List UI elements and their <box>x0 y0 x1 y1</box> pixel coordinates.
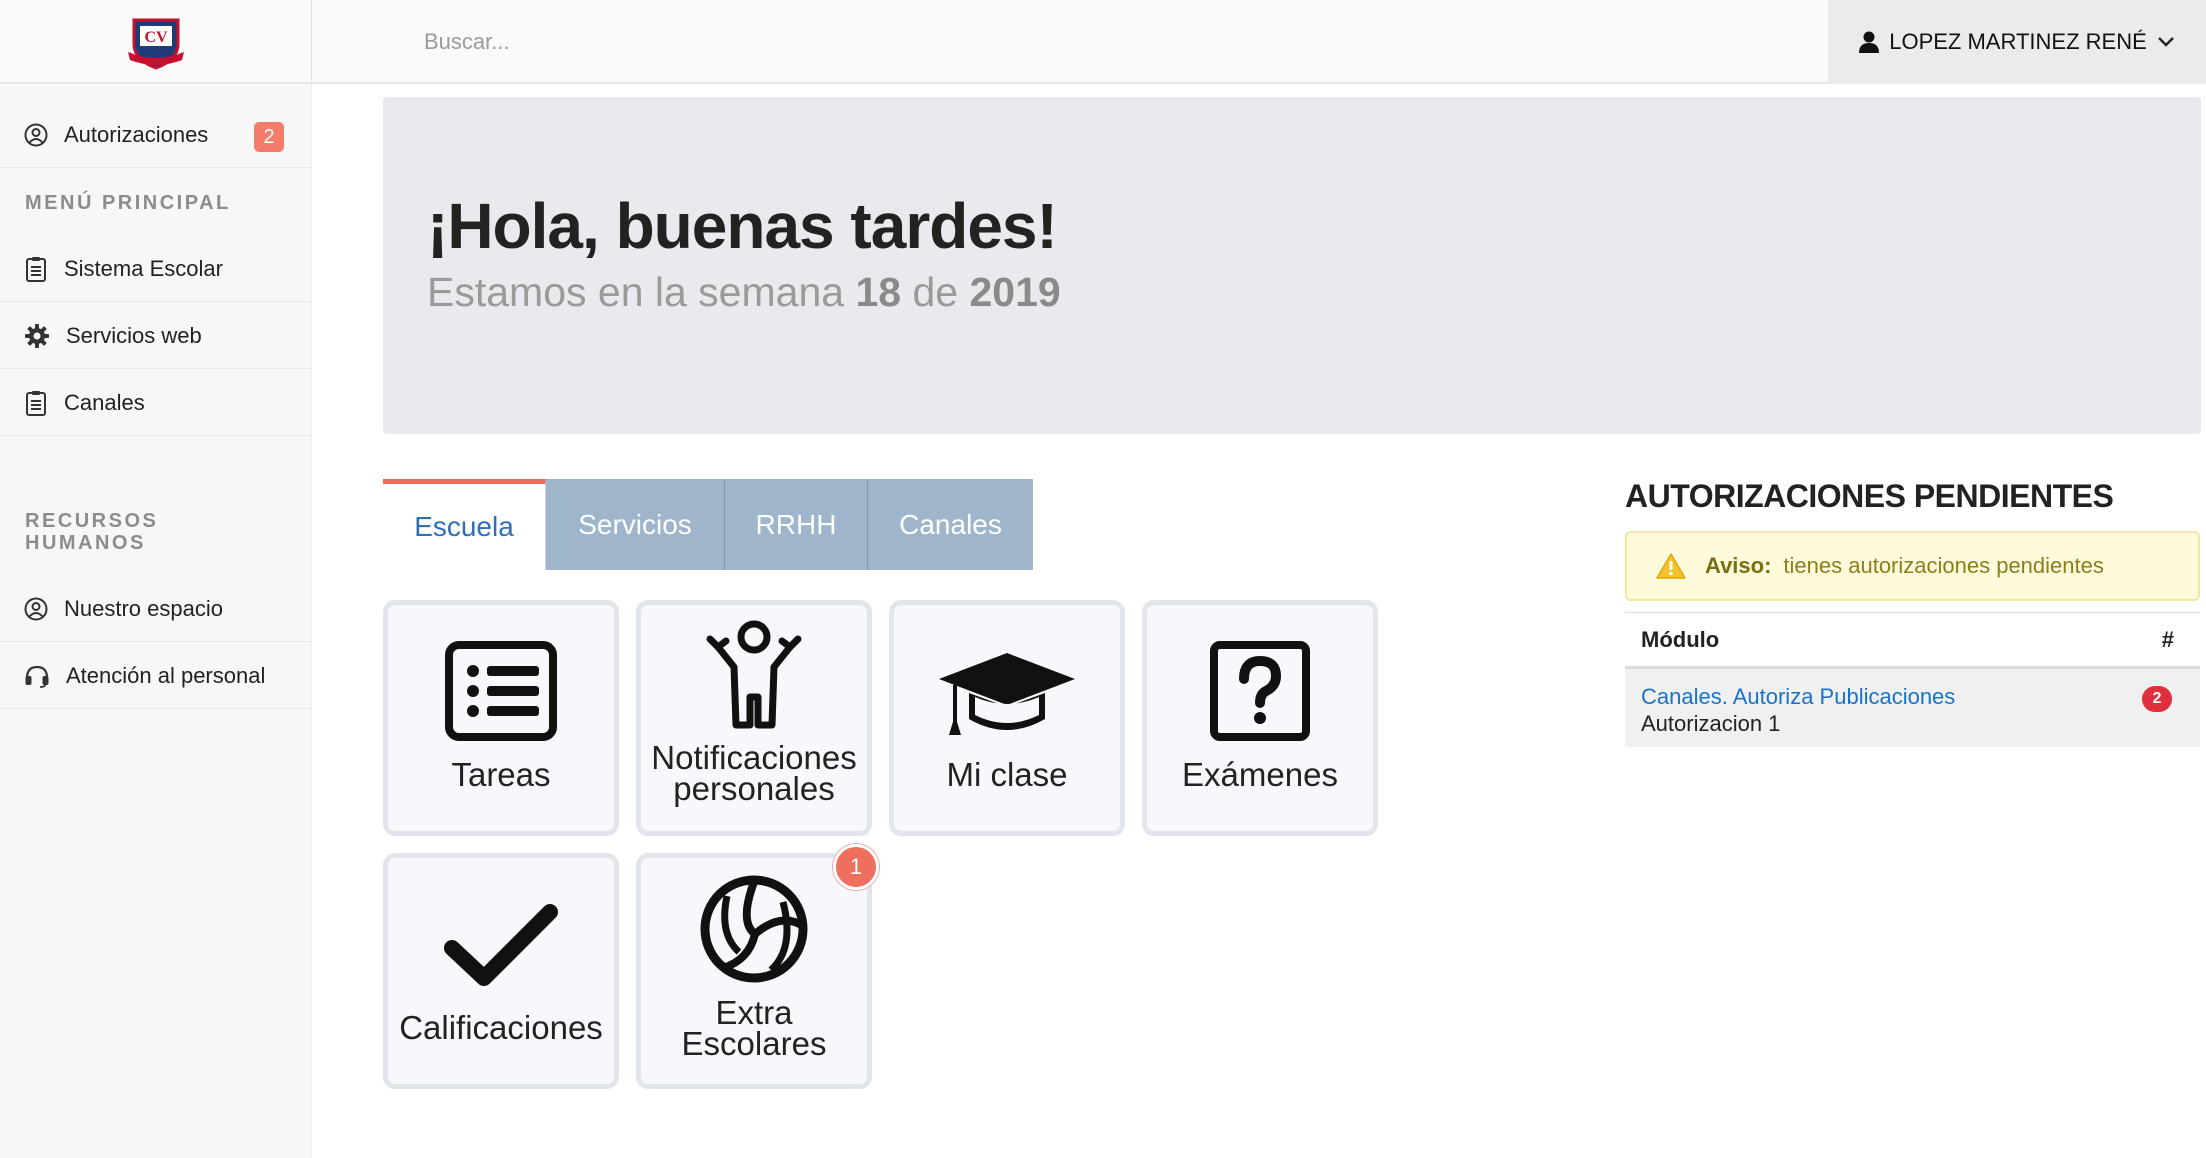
section-heading-line: RECURSOS <box>25 510 159 532</box>
user-menu[interactable]: LOPEZ MARTINEZ RENÉ <box>1828 0 2206 84</box>
greeting-title: ¡Hola, buenas tardes! <box>427 190 1058 262</box>
svg-text:CV: CV <box>144 29 168 46</box>
clipboard-icon <box>26 256 46 282</box>
sidebar-item-atencion-personal[interactable]: Atención al personal <box>0 643 312 709</box>
clipboard-icon <box>26 390 46 416</box>
search-input[interactable] <box>424 24 1124 60</box>
sidebar-item-canales[interactable]: Canales <box>0 370 312 436</box>
alert-label: Aviso: <box>1705 553 1772 578</box>
table-header: Módulo # <box>1625 612 2200 669</box>
tile-label-line: personales <box>673 770 835 807</box>
sidebar-item-autorizaciones[interactable]: Autorizaciones 2 <box>0 102 312 168</box>
tile-examenes[interactable]: Exámenes <box>1142 600 1378 836</box>
module-link[interactable]: Canales. Autoriza Publicaciones <box>1641 684 2184 710</box>
section-heading-line: HUMANOS <box>25 532 146 554</box>
welcome-banner: ¡Hola, buenas tardes! Estamos en la sema… <box>383 97 2201 434</box>
tile-label: Mi clase <box>946 756 1068 793</box>
week-prefix: Estamos en la semana <box>427 269 845 315</box>
notification-badge: 1 <box>833 844 879 890</box>
week-subtitle: Estamos en la semana 18 de 2019 <box>427 269 1061 316</box>
user-circle-icon <box>24 597 48 620</box>
tile-label: Exámenes <box>1182 756 1338 793</box>
user-icon <box>1859 31 1880 53</box>
top-bar: CV LOPEZ MARTINEZ RENÉ <box>0 0 2206 84</box>
tile-label: Notificaciones personales <box>641 739 867 807</box>
tile-calificaciones[interactable]: Calificaciones <box>383 853 619 1089</box>
tab-servicios[interactable]: Servicios <box>546 479 725 570</box>
gear-icon <box>25 323 49 348</box>
sidebar-item-label: Sistema Escolar <box>64 255 223 281</box>
column-header-module: Módulo <box>1641 626 1720 652</box>
sidebar-item-label: Servicios web <box>66 322 202 348</box>
notification-badge: 2 <box>254 122 284 152</box>
sidebar-item-label: Nuestro espacio <box>64 595 223 621</box>
tile-label-line: Notificaciones <box>651 739 857 776</box>
tile-label: Calificaciones <box>399 1009 603 1046</box>
user-name: LOPEZ MARTINEZ RENÉ <box>1889 29 2147 54</box>
sidebar: Autorizaciones 2 MENÚ PRINCIPAL Sistema … <box>0 84 312 1158</box>
sidebar-item-sistema-escolar[interactable]: Sistema Escolar <box>0 236 312 302</box>
sidebar-item-nuestro-espacio[interactable]: Nuestro espacio <box>0 576 312 642</box>
pending-table: Módulo # Canales. Autoriza Publicaciones… <box>1625 612 2200 747</box>
year: 2019 <box>969 269 1061 315</box>
module-tabs: Escuela Servicios RRHH Canales <box>383 479 1033 570</box>
tile-label: Tareas <box>451 756 551 793</box>
question-icon <box>1210 641 1310 741</box>
tile-tareas[interactable]: Tareas <box>383 600 619 836</box>
count-badge: 2 <box>2142 686 2172 712</box>
headset-icon <box>25 665 49 688</box>
tab-escuela[interactable]: Escuela <box>383 479 546 570</box>
section-heading-main: MENÚ PRINCIPAL <box>25 192 231 214</box>
sidebar-item-label: Autorizaciones <box>64 121 209 147</box>
tile-mi-clase[interactable]: Mi clase <box>889 600 1125 836</box>
logo-container[interactable]: CV <box>0 0 312 84</box>
chevron-down-icon <box>2157 37 2174 47</box>
check-icon <box>444 904 558 986</box>
column-header-count: # <box>2161 626 2174 652</box>
sidebar-item-label: Canales <box>64 389 145 415</box>
alert-text: tienes autorizaciones pendientes <box>1783 553 2104 578</box>
sidebar-item-servicios-web[interactable]: Servicios web <box>0 303 312 369</box>
child-icon <box>706 620 802 729</box>
tile-label: Extra Escolares <box>641 994 867 1062</box>
module-detail: Autorizacion 1 <box>1641 711 1781 736</box>
pending-alert: Aviso: tienes autorizaciones pendientes <box>1625 531 2200 601</box>
tab-canales[interactable]: Canales <box>868 479 1033 570</box>
tile-label-line: Extra <box>715 994 793 1031</box>
tile-label-line: Escolares <box>681 1025 827 1062</box>
user-circle-icon <box>24 123 48 146</box>
graduation-cap-icon <box>939 653 1075 735</box>
week-of: de <box>912 269 959 315</box>
tile-extra-escolares[interactable]: Extra Escolares 1 <box>636 844 879 1089</box>
list-icon <box>445 641 557 741</box>
table-row[interactable]: Canales. Autoriza Publicaciones Autoriza… <box>1625 669 2200 747</box>
school-logo: CV <box>127 18 184 70</box>
warning-icon <box>1656 553 1686 579</box>
pending-title: AUTORIZACIONES PENDIENTES <box>1625 478 2114 514</box>
volleyball-icon <box>700 875 808 983</box>
week-number: 18 <box>855 269 902 315</box>
tile-notificaciones-personales[interactable]: Notificaciones personales <box>636 600 872 836</box>
tab-rrhh[interactable]: RRHH <box>725 479 868 570</box>
section-heading-hr: RECURSOS HUMANOS <box>25 510 158 554</box>
sidebar-item-label: Atención al personal <box>66 662 266 688</box>
